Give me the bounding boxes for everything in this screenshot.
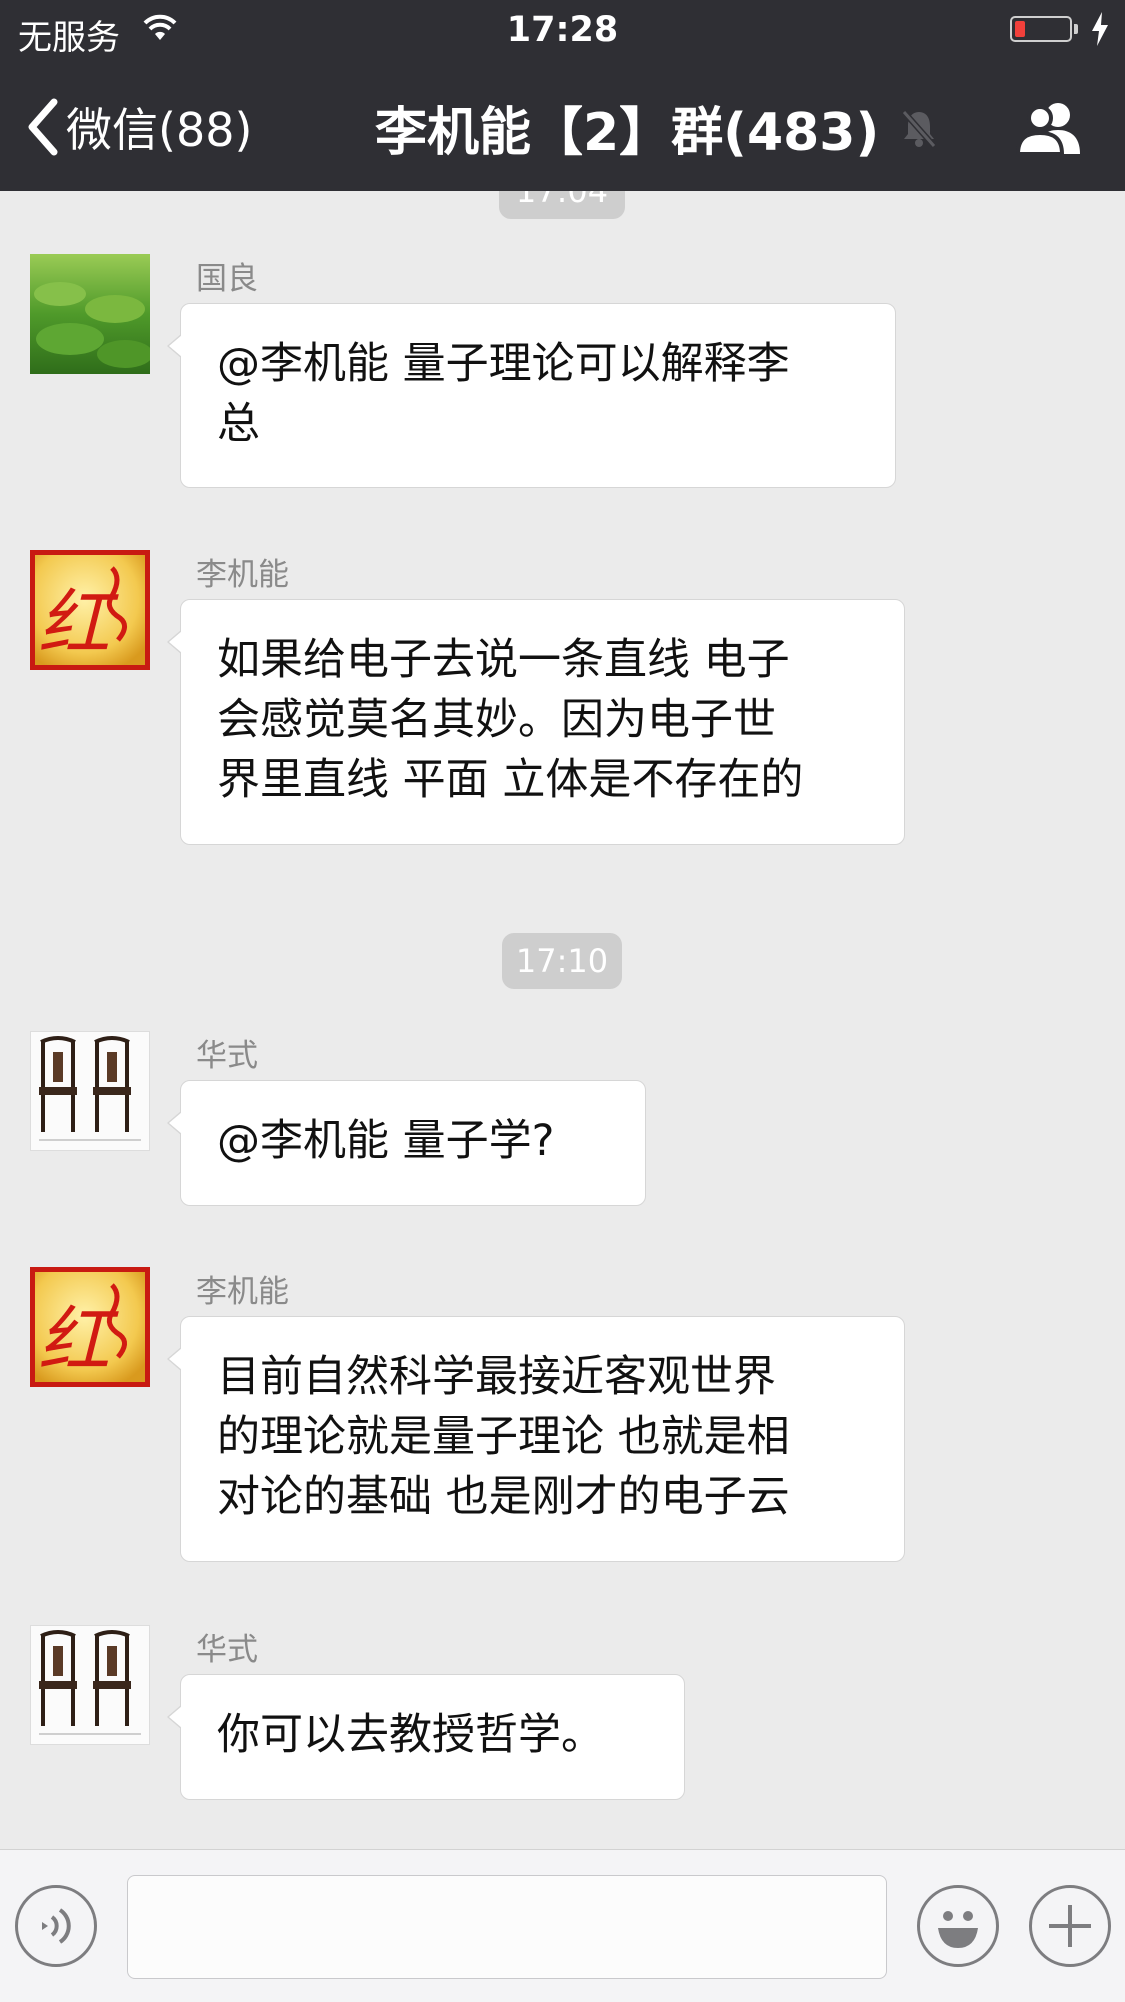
chat-area[interactable]: 17:04 国良 @李机能 量子理论可以解释李 总 红 李机能 如果给电子去说一…	[0, 191, 1125, 1849]
message-bubble[interactable]: 你可以去教授哲学。	[167, 1674, 685, 1800]
group-members-icon[interactable]	[1014, 100, 1086, 156]
message-line: @李机能 量子理论可以解释李	[217, 339, 790, 389]
sender-name: 华式	[196, 1038, 258, 1074]
chat-title: 李机能【2】群(483)	[375, 102, 880, 163]
emoji-button[interactable]	[917, 1885, 999, 1967]
message-line: 如果给电子去说一条直线 电子	[217, 635, 790, 685]
plus-icon	[1049, 1905, 1091, 1947]
message-line: 总	[217, 399, 260, 449]
svg-text:红: 红	[38, 1298, 119, 1382]
muted-bell-icon	[901, 110, 937, 148]
sender-name: 华式	[196, 1632, 258, 1668]
avatar-huashi[interactable]	[30, 1031, 150, 1151]
voice-icon	[42, 1908, 71, 1944]
sender-name: 李机能	[196, 1274, 289, 1310]
emoji-icon	[938, 1911, 978, 1948]
timestamp: 17:04	[499, 191, 625, 219]
charging-icon	[1092, 12, 1108, 46]
back-button[interactable]: 微信(88)	[26, 92, 252, 162]
message-line: 的理论就是量子理论 也就是相	[217, 1412, 790, 1462]
message-bubble[interactable]: @李机能 量子学?	[167, 1080, 646, 1206]
message-line: 界里直线 平面 立体是不存在的	[217, 755, 804, 805]
message-input[interactable]	[127, 1875, 887, 1979]
avatar-lijineng[interactable]: 红	[30, 550, 150, 670]
back-label: 微信(88)	[66, 103, 253, 157]
svg-text:红: 红	[38, 581, 119, 665]
sender-name: 李机能	[196, 557, 289, 593]
avatar-guoliang[interactable]	[30, 254, 150, 374]
message-bubble[interactable]: @李机能 量子理论可以解释李 总	[167, 303, 896, 488]
status-time: 17:28	[506, 10, 619, 50]
message-line: 会感觉莫名其妙。因为电子世	[217, 695, 776, 745]
message-bubble[interactable]: 如果给电子去说一条直线 电子 会感觉莫名其妙。因为电子世 界里直线 平面 立体是…	[167, 599, 905, 845]
message-line: 对论的基础 也是刚才的电子云	[217, 1472, 790, 1522]
sender-name: 国良	[196, 261, 258, 297]
message-bubble[interactable]: 目前自然科学最接近客观世界 的理论就是量子理论 也就是相 对论的基础 也是刚才的…	[167, 1316, 905, 1562]
avatar-huashi[interactable]	[30, 1625, 150, 1745]
message-line: @李机能 量子学?	[217, 1116, 555, 1166]
chevron-left-icon	[28, 98, 58, 156]
avatar-lijineng[interactable]: 红	[30, 1267, 150, 1387]
battery-icon	[1010, 16, 1072, 42]
top-bar: 无服务 17:28 微信(88) 李机能【2】群(483)	[0, 0, 1125, 191]
more-button[interactable]	[1029, 1885, 1111, 1967]
message-line: 你可以去教授哲学。	[217, 1710, 604, 1760]
timestamp: 17:10	[502, 933, 622, 989]
voice-button[interactable]	[15, 1885, 97, 1967]
input-bar	[0, 1849, 1125, 2002]
message-line: 目前自然科学最接近客观世界	[217, 1352, 776, 1402]
